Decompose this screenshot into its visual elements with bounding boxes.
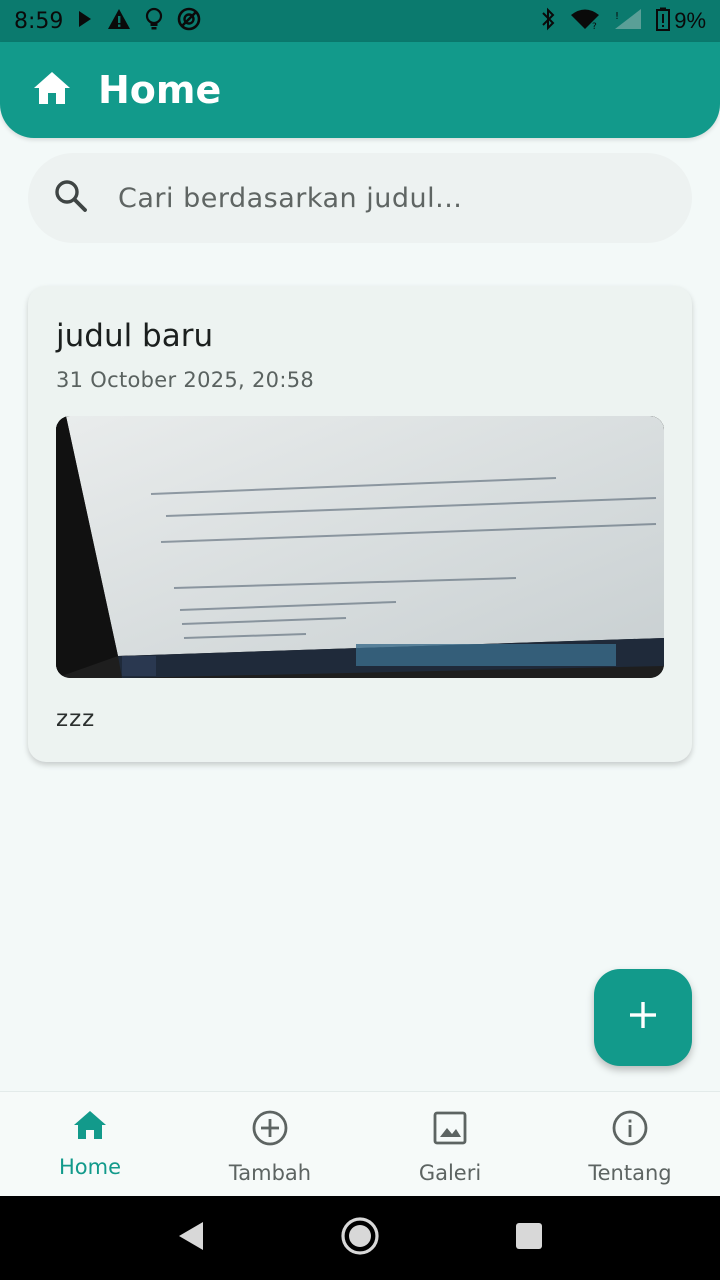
- nav-label: Tambah: [228, 1161, 312, 1185]
- svg-text:!: !: [615, 11, 619, 22]
- plus-icon: [629, 1001, 657, 1034]
- add-circle-icon: [252, 1110, 288, 1151]
- nav-item-tentang[interactable]: Tentang: [540, 1092, 720, 1197]
- status-bar: 8:59 ? ! 9%: [0, 0, 720, 42]
- note-card[interactable]: judul baru 31 October 2025, 20:58 zzz: [28, 286, 692, 762]
- signal-icon: !: [614, 8, 642, 34]
- warning-icon: [107, 8, 131, 34]
- back-icon[interactable]: [177, 1220, 205, 1257]
- app-bar: Home: [0, 42, 720, 138]
- nav-label: Galeri: [418, 1161, 482, 1185]
- nav-label: Tentang: [588, 1161, 672, 1185]
- bottom-navigation: Home Tambah Galeri Tentang: [0, 1091, 720, 1196]
- image-icon: [432, 1110, 468, 1151]
- nav-label: Home: [58, 1155, 121, 1179]
- info-icon: [612, 1110, 648, 1151]
- blocked-icon: [177, 7, 201, 35]
- nav-item-home[interactable]: Home: [0, 1092, 180, 1197]
- play-icon: [77, 10, 93, 32]
- nav-item-tambah[interactable]: Tambah: [180, 1092, 360, 1197]
- note-title: judul baru: [56, 318, 214, 354]
- battery-percent: 9%: [674, 8, 706, 33]
- home-circle-icon[interactable]: [340, 1216, 380, 1261]
- note-image: [56, 416, 664, 678]
- svg-text:?: ?: [592, 22, 597, 30]
- note-date: 31 October 2025, 20:58: [56, 368, 315, 392]
- home-icon: [73, 1110, 107, 1145]
- add-note-button[interactable]: [594, 969, 692, 1066]
- page-title: Home: [98, 68, 222, 112]
- battery-icon: [656, 7, 671, 35]
- lightbulb-icon: [145, 7, 163, 35]
- status-left: 8:59: [14, 7, 201, 35]
- search-input[interactable]: [118, 182, 638, 214]
- search-icon: [54, 179, 88, 218]
- recents-icon[interactable]: [515, 1222, 543, 1255]
- bluetooth-icon: [540, 7, 556, 35]
- battery-indicator: 9%: [656, 7, 706, 35]
- system-navigation-bar: [0, 1196, 720, 1280]
- wifi-icon: ?: [570, 8, 600, 34]
- status-time: 8:59: [14, 8, 64, 34]
- home-icon: [32, 70, 72, 111]
- status-right: ? ! 9%: [540, 7, 706, 35]
- search-bar[interactable]: [28, 153, 692, 243]
- note-description: zzz: [56, 706, 96, 732]
- nav-item-galeri[interactable]: Galeri: [360, 1092, 540, 1197]
